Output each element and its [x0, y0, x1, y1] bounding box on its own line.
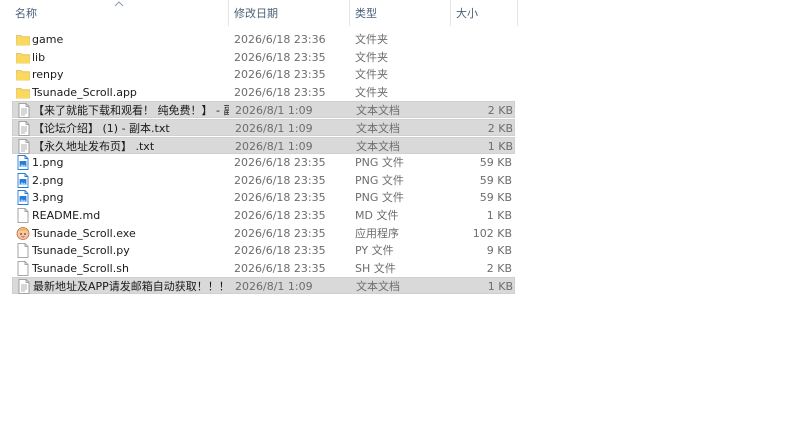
blank-file-icon — [16, 243, 30, 259]
file-type: PNG 文件 — [355, 173, 404, 187]
file-row[interactable]: README.md 2026/6/18 23:35 MD 文件 1 KB — [12, 207, 515, 224]
file-size: 2 KB — [487, 104, 513, 118]
file-modified-date: 2026/6/18 23:35 — [234, 173, 326, 187]
column-header-type[interactable]: 类型 — [350, 0, 450, 28]
file-modified-date: 2026/6/18 23:35 — [234, 209, 326, 222]
file-size: 2 KB — [487, 122, 513, 135]
file-size — [452, 66, 512, 83]
file-modified-date: 2026/8/1 1:09 — [235, 280, 313, 294]
file-type: 文件夹 — [355, 85, 388, 99]
file-type: MD 文件 — [355, 209, 399, 222]
text-file-icon — [17, 121, 31, 136]
file-size: 2 KB — [486, 261, 512, 275]
sort-ascending-icon — [114, 1, 124, 7]
file-name: 3.png — [32, 191, 64, 205]
file-modified-date: 2026/8/1 1:09 — [235, 104, 313, 118]
file-type: PNG 文件 — [355, 191, 404, 205]
column-header-size[interactable]: 大小 — [451, 0, 517, 28]
blank-file-icon — [16, 260, 30, 276]
file-type: 文本文档 — [356, 104, 400, 118]
file-size: 1 KB — [486, 209, 512, 222]
folder-icon — [16, 67, 30, 82]
file-modified-date: 2026/6/18 23:35 — [234, 68, 326, 82]
file-modified-date: 2026/6/18 23:36 — [234, 33, 326, 46]
text-file-icon — [17, 103, 31, 119]
file-size — [452, 49, 512, 66]
file-name: README.md — [32, 209, 101, 222]
folder-icon — [16, 50, 30, 65]
file-name: Tsunade_Scroll.sh — [32, 261, 129, 275]
file-modified-date: 2026/6/18 23:35 — [234, 261, 326, 275]
file-modified-date: 2026/6/18 23:35 — [234, 85, 326, 99]
file-size: 102 KB — [472, 226, 512, 240]
file-row[interactable]: 1.png 2026/6/18 23:35 PNG 文件 59 KB — [12, 154, 515, 171]
file-name: 【论坛介绍】 (1) - 副本.txt — [33, 122, 170, 135]
file-modified-date: 2026/6/18 23:35 — [234, 244, 326, 258]
file-modified-date: 2026/6/18 23:35 — [234, 226, 326, 240]
file-size: 1 KB — [487, 280, 513, 294]
file-name: lib — [32, 50, 46, 64]
app-icon — [16, 226, 30, 241]
file-type: 文件夹 — [355, 68, 388, 82]
file-row[interactable]: Tsunade_Scroll.sh 2026/6/18 23:35 SH 文件 2 K… — [12, 260, 515, 277]
file-name: 2.png — [32, 173, 64, 187]
folder-icon — [16, 85, 30, 100]
file-size: 59 KB — [479, 191, 512, 205]
file-row[interactable]: 最新地址及APP请发邮箱自动获取！！！... 2026/8/1 1:09 文本文档 1… — [12, 277, 515, 295]
file-size: 1 KB — [487, 139, 513, 153]
file-row[interactable]: lib 2026/6/18 23:35 文件夹 — [12, 49, 515, 66]
file-type: PY 文件 — [355, 244, 394, 258]
file-explorer: 名称 修改日期 类型 大小 game 2026/6/18 23:36 文件夹 lib 2… — [0, 0, 800, 431]
file-name: renpy — [32, 68, 64, 82]
image-file-icon — [16, 190, 30, 206]
file-row[interactable]: 【论坛介绍】 (1) - 副本.txt 2026/8/1 1:09 文本文档 2 KB — [12, 119, 515, 136]
text-file-icon — [17, 138, 31, 154]
file-name: Tsunade_Scroll.app — [32, 85, 137, 99]
file-row[interactable]: 【来了就能下载和观看！ 纯免费！】 - 副... 2026/8/1 1:09 文本文… — [12, 101, 515, 119]
file-name: 1.png — [32, 156, 64, 170]
file-name: 【永久地址发布页】 .txt — [33, 139, 155, 153]
file-type: 文本文档 — [356, 139, 400, 153]
blank-file-icon — [16, 208, 30, 223]
file-row[interactable]: Tsunade_Scroll.app 2026/6/18 23:35 文件夹 — [12, 84, 515, 101]
file-size: 59 KB — [479, 156, 512, 170]
file-row[interactable]: renpy 2026/6/18 23:35 文件夹 — [12, 66, 515, 83]
file-modified-date: 2026/6/18 23:35 — [234, 156, 326, 170]
file-type: 文本文档 — [356, 122, 400, 135]
file-modified-date: 2026/8/1 1:09 — [235, 122, 313, 135]
file-type: 文件夹 — [355, 50, 388, 64]
file-type: 文本文档 — [356, 280, 400, 294]
file-row[interactable]: 【永久地址发布页】 .txt 2026/8/1 1:09 文本文档 1 KB — [12, 136, 515, 154]
file-name: 【来了就能下载和观看！ 纯免费！】 - 副... — [33, 104, 229, 118]
file-type: SH 文件 — [355, 261, 396, 275]
file-row[interactable]: Tsunade_Scroll.py 2026/6/18 23:35 PY 文件 9 K… — [12, 242, 515, 259]
file-modified-date: 2026/6/18 23:35 — [234, 50, 326, 64]
column-header-date[interactable]: 修改日期 — [229, 0, 349, 28]
file-size: 9 KB — [486, 244, 512, 258]
image-file-icon — [16, 172, 30, 188]
file-row[interactable]: 2.png 2026/6/18 23:35 PNG 文件 59 KB — [12, 172, 515, 189]
file-row[interactable]: Tsunade_Scroll.exe 2026/6/18 23:35 应用程序 102… — [12, 225, 515, 242]
file-type: 文件夹 — [355, 33, 388, 46]
file-name: game — [32, 33, 64, 46]
file-modified-date: 2026/6/18 23:35 — [234, 191, 326, 205]
file-row[interactable]: game 2026/6/18 23:36 文件夹 — [12, 31, 515, 48]
column-header-bar: 名称 修改日期 类型 大小 — [0, 0, 800, 28]
file-modified-date: 2026/8/1 1:09 — [235, 139, 313, 153]
file-name: 最新地址及APP请发邮箱自动获取！！！... — [33, 280, 229, 294]
image-file-icon — [16, 155, 30, 171]
file-name: Tsunade_Scroll.exe — [32, 226, 136, 240]
file-size — [452, 31, 512, 48]
folder-icon — [16, 32, 30, 47]
text-file-icon — [17, 279, 31, 295]
file-size — [452, 84, 512, 101]
column-divider[interactable] — [517, 0, 518, 26]
file-row[interactable]: 3.png 2026/6/18 23:35 PNG 文件 59 KB — [12, 189, 515, 206]
file-type: PNG 文件 — [355, 156, 404, 170]
file-name: Tsunade_Scroll.py — [32, 244, 130, 258]
file-type: 应用程序 — [355, 226, 399, 240]
file-size: 59 KB — [479, 173, 512, 187]
